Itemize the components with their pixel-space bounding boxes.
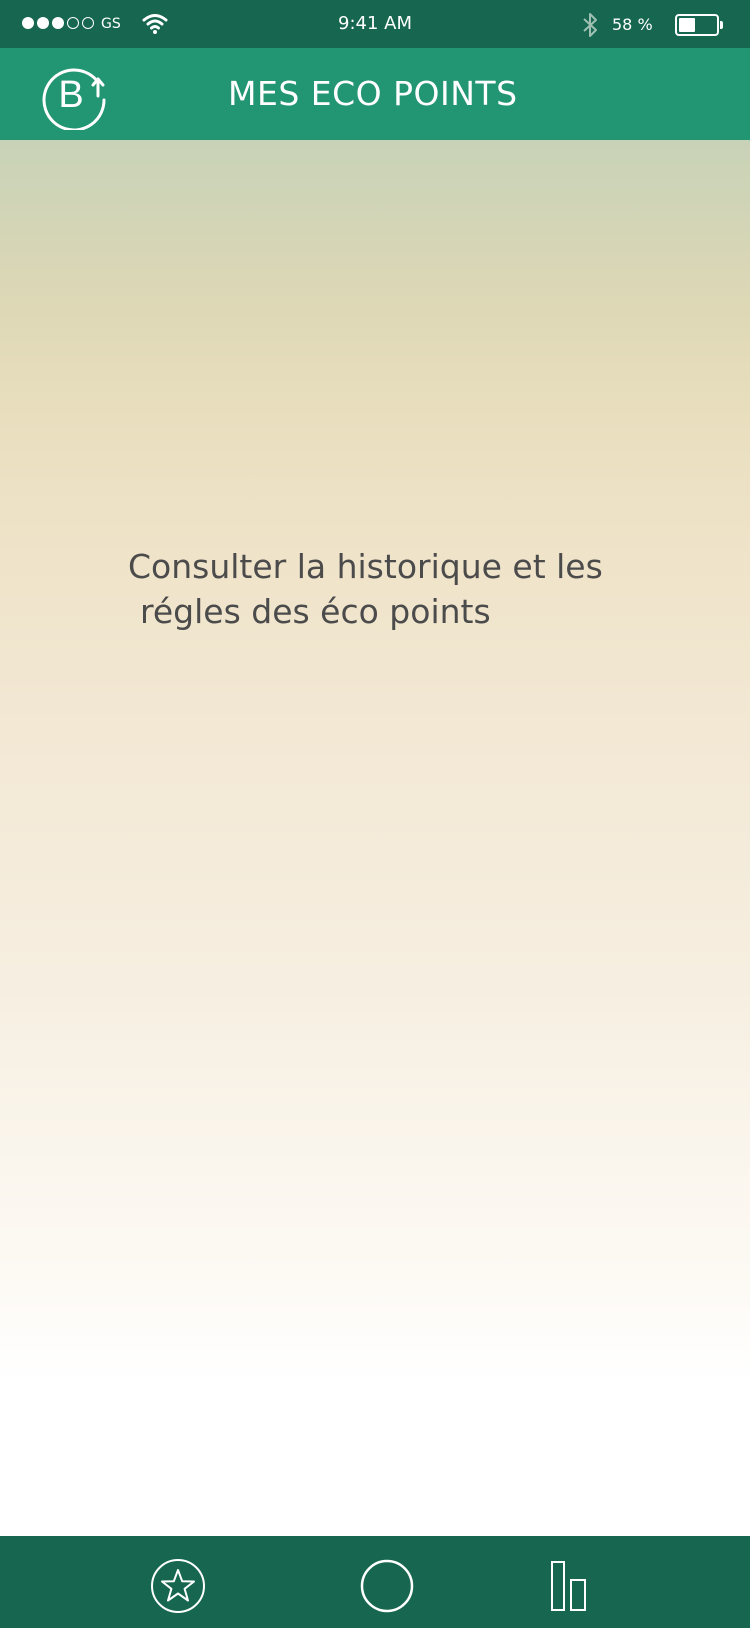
battery-icon bbox=[675, 14, 719, 36]
bar-chart-icon[interactable] bbox=[548, 1558, 604, 1614]
app-logo-icon[interactable]: B bbox=[40, 60, 110, 130]
info-line-2: régles des éco points bbox=[140, 592, 491, 631]
battery-percent: 58 % bbox=[612, 15, 653, 34]
logo-letter: B bbox=[58, 74, 83, 116]
page-title: MES ECO POINTS bbox=[228, 74, 518, 113]
app-header: B MES ECO POINTS bbox=[0, 48, 750, 140]
battery-level bbox=[679, 18, 695, 32]
status-bar: GS 9:41 AM 58 % bbox=[0, 0, 750, 48]
main-content: Consulter la historique et les régles de… bbox=[0, 140, 750, 1536]
star-icon[interactable] bbox=[150, 1558, 206, 1614]
circle-icon[interactable] bbox=[359, 1558, 415, 1614]
info-line-1: Consulter la historique et les bbox=[128, 547, 603, 586]
bluetooth-icon bbox=[583, 13, 597, 37]
bottom-tab-bar bbox=[0, 1536, 750, 1628]
eco-points-info-link[interactable]: Consulter la historique et les régles de… bbox=[128, 544, 668, 634]
battery-tip bbox=[720, 21, 723, 29]
